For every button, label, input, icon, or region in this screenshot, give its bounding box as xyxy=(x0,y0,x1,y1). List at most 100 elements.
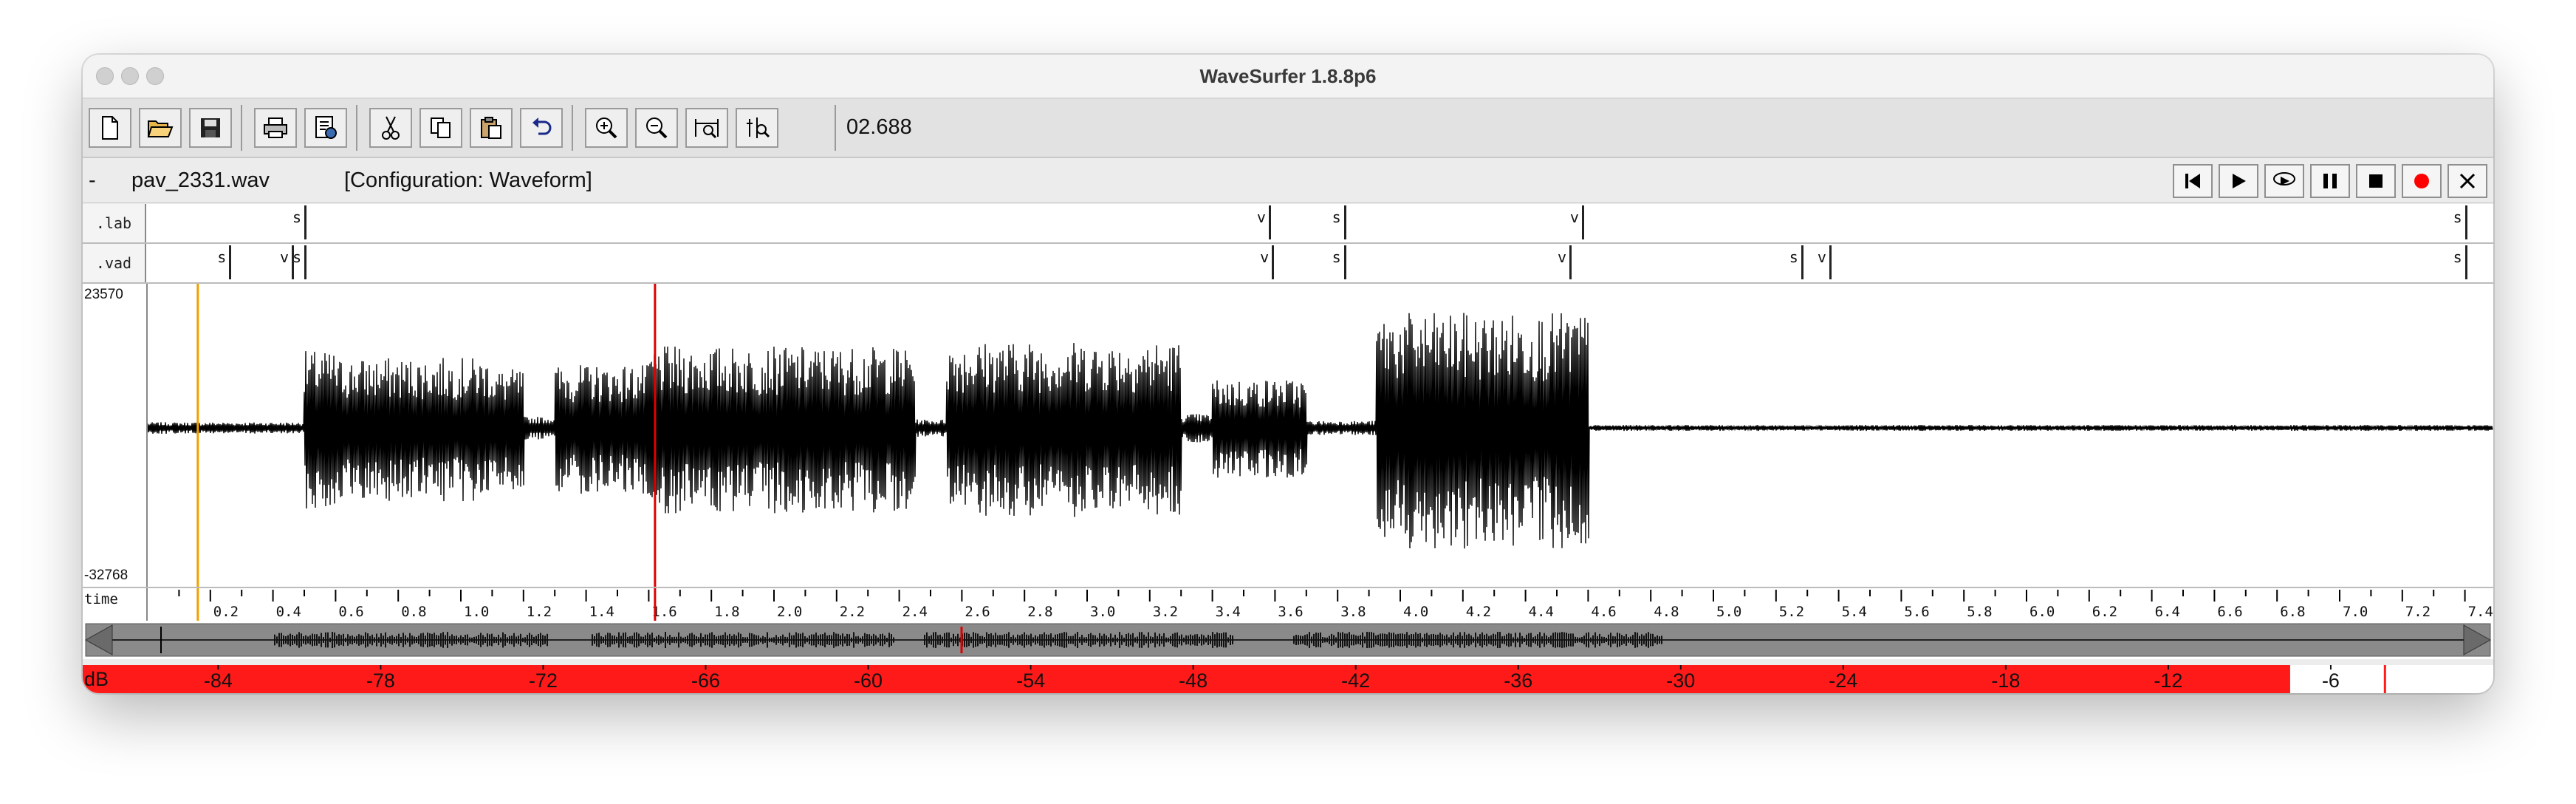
time-tick-label: 3.2 xyxy=(1153,604,1178,620)
vad-boundary-line[interactable] xyxy=(304,245,306,279)
play-loop-button[interactable] xyxy=(2264,164,2304,198)
vad-boundary-line[interactable] xyxy=(2464,245,2467,279)
lab-label: s xyxy=(292,208,302,226)
time-tick-label: 3.0 xyxy=(1090,604,1115,620)
play-button[interactable] xyxy=(2219,164,2258,198)
level-scale-label: -72 xyxy=(529,670,558,692)
lab-label: s xyxy=(1332,208,1341,226)
time-tick-label: 4.8 xyxy=(1654,604,1679,620)
time-tick-label: 5.0 xyxy=(1716,604,1741,620)
waveform-plot[interactable] xyxy=(148,284,2493,587)
level-scale-label: -36 xyxy=(1504,670,1532,692)
waveform-max-label: 23570 xyxy=(84,287,123,302)
time-tick-label: 2.6 xyxy=(965,604,990,620)
level-scale-label: -60 xyxy=(854,670,883,692)
vad-label: v xyxy=(1557,248,1566,266)
lab-boundary-line[interactable] xyxy=(2464,205,2467,239)
lab-boundary-line[interactable] xyxy=(1581,205,1584,239)
waveform-trace xyxy=(148,313,2493,549)
vad-boundary-line[interactable] xyxy=(1569,245,1572,279)
lab-track-label[interactable]: .lab xyxy=(83,204,146,242)
level-meter: dB -84 -78 -72 -66 -60 -54 -48 -42 -36 -30 -24 -18 -1… xyxy=(83,665,2493,693)
paste-icon xyxy=(481,117,501,139)
level-scale-label: -78 xyxy=(366,670,395,692)
vad-transcription-pane[interactable]: .vad svsvsvsvs xyxy=(83,244,2493,284)
print-button[interactable] xyxy=(254,108,297,148)
time-tick-label: 6.0 xyxy=(2029,604,2055,620)
properties-button[interactable] xyxy=(304,108,347,148)
level-meter-bar: dB -84 -78 -72 -66 -60 -54 -48 -42 -36 -30 -24 -18 -1… xyxy=(83,665,2386,693)
print-icon xyxy=(264,117,287,138)
level-scale-label: -18 xyxy=(1991,670,2020,692)
vad-boundary-line[interactable] xyxy=(229,245,232,279)
zoom-fit-icon xyxy=(695,119,719,139)
time-tick-label: 4.0 xyxy=(1403,604,1428,620)
wavesurfer-window: WaveSurfer 1.8.8p6 02.688 - pav_2331.wav… xyxy=(83,55,2493,693)
vad-label: s xyxy=(1789,248,1798,266)
time-tick-label: 2.4 xyxy=(902,604,928,620)
time-tick-label: 5.2 xyxy=(1779,604,1804,620)
time-tick-label: 2.0 xyxy=(777,604,802,620)
paste-button[interactable] xyxy=(470,108,513,148)
window-title: WaveSurfer 1.8.8p6 xyxy=(1199,65,1377,87)
vad-label: s xyxy=(1332,248,1341,266)
pause-icon xyxy=(2323,174,2337,188)
zoom-selection-button[interactable] xyxy=(736,108,778,148)
time-tick-label: 0.4 xyxy=(276,604,301,620)
record-button[interactable] xyxy=(2402,164,2442,198)
zoom-out-button[interactable] xyxy=(635,108,678,148)
time-tick-label: 0.8 xyxy=(401,604,426,620)
zoom-selection-icon xyxy=(747,117,770,138)
zoom-fit-button[interactable] xyxy=(685,108,728,148)
cut-button[interactable] xyxy=(369,108,412,148)
time-tick-label: 2.8 xyxy=(1027,604,1052,620)
time-tick-label: 5.6 xyxy=(1904,604,1929,620)
pause-button[interactable] xyxy=(2310,164,2350,198)
sound-menu-dash[interactable]: - xyxy=(89,168,96,193)
time-tick-label: 6.4 xyxy=(2155,604,2180,620)
copy-button[interactable] xyxy=(419,108,462,148)
vad-boundary-line[interactable] xyxy=(1829,245,1832,279)
time-tick-label: 3.4 xyxy=(1216,604,1241,620)
close-sound-button[interactable] xyxy=(2447,164,2487,198)
time-tick-label: 7.4 xyxy=(2468,604,2493,620)
zoom-in-button[interactable] xyxy=(585,108,628,148)
time-tick-label: 4.6 xyxy=(1591,604,1616,620)
time-axis[interactable]: time 0.2 0.4 0.6 0.8 1.0 1.2 1.4 1.6 1.8 2.0 2.2 2.… xyxy=(83,587,2493,622)
save-button[interactable] xyxy=(189,108,232,148)
new-file-icon xyxy=(102,116,118,140)
title-bar: WaveSurfer 1.8.8p6 xyxy=(83,55,2493,99)
time-axis-label: time xyxy=(84,591,118,607)
zoom-out-icon xyxy=(646,117,668,139)
record-icon xyxy=(2414,174,2429,188)
lab-transcription-pane[interactable]: .lab s v s v s xyxy=(83,204,2493,244)
time-tick-label: 4.4 xyxy=(1529,604,1554,620)
new-file-button[interactable] xyxy=(89,108,131,148)
time-tick-label: 1.2 xyxy=(527,604,552,620)
undo-button[interactable] xyxy=(520,108,563,148)
toolbar: 02.688 xyxy=(83,99,2493,158)
overview-waveform[interactable] xyxy=(83,621,2493,659)
time-tick-label: 6.6 xyxy=(2217,604,2242,620)
lab-boundary-line[interactable] xyxy=(304,205,306,239)
lab-boundary-line[interactable] xyxy=(1268,205,1271,239)
overview-scrollbar[interactable] xyxy=(83,621,2493,659)
time-tick-label: 1.0 xyxy=(464,604,489,620)
time-tick-label: 3.6 xyxy=(1278,604,1303,620)
waveform-pane[interactable]: 23570 -32768 xyxy=(83,284,2493,638)
close-icon xyxy=(2459,173,2476,189)
configuration-label: [Configuration: Waveform] xyxy=(344,168,592,192)
time-tick-label: 4.2 xyxy=(1466,604,1491,620)
play-icon xyxy=(2233,174,2246,188)
level-scale-label: -24 xyxy=(1829,670,1857,692)
vad-boundary-line[interactable] xyxy=(1343,245,1346,279)
stop-button[interactable] xyxy=(2356,164,2396,198)
lab-boundary-line[interactable] xyxy=(1343,205,1346,239)
skip-to-start-button[interactable] xyxy=(2173,164,2213,198)
vad-track-label[interactable]: .vad xyxy=(83,244,146,282)
level-scale-label: -6 xyxy=(2322,670,2340,692)
vad-label: v xyxy=(1260,248,1270,266)
open-file-button[interactable] xyxy=(139,108,182,148)
vad-boundary-line[interactable] xyxy=(1272,245,1275,279)
vad-boundary-line[interactable] xyxy=(1801,245,1803,279)
